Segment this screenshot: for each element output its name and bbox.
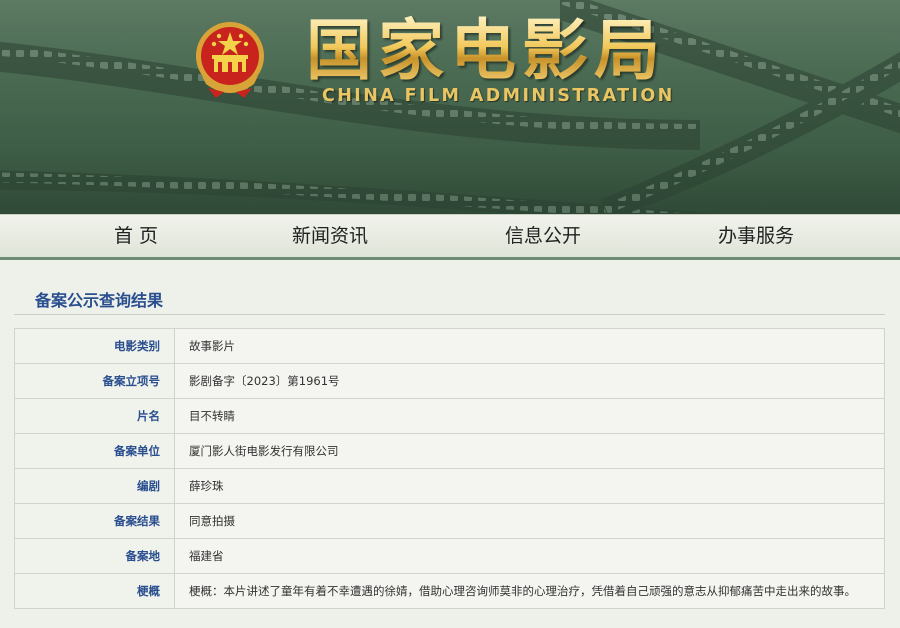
row-value-filing-location: 福建省 (174, 538, 885, 574)
nav-item-news[interactable]: 新闻资讯 (280, 215, 380, 258)
section-divider (14, 314, 885, 315)
table-row: 备案立项号 影剧备字〔2023〕第1961号 (14, 363, 885, 399)
nav-item-services[interactable]: 办事服务 (706, 215, 806, 258)
site-title-cn: 国家电影局 (306, 14, 706, 88)
row-value-filing-number: 影剧备字〔2023〕第1961号 (174, 363, 885, 399)
main-nav: 首 页 新闻资讯 信息公开 办事服务 (0, 214, 900, 260)
row-value-filing-unit: 厦门影人街电影发行有限公司 (174, 433, 885, 469)
row-label-screenwriter: 编剧 (14, 468, 175, 504)
row-label-filing-unit: 备案单位 (14, 433, 175, 469)
section-title: 备案公示查询结果 (35, 291, 164, 310)
nav-item-home[interactable]: 首 页 (86, 215, 186, 258)
table-row: 备案结果 同意拍摄 (14, 503, 885, 539)
row-label-filing-result: 备案结果 (14, 503, 175, 539)
row-label-film-category: 电影类别 (14, 328, 175, 364)
row-value-filing-result: 同意拍摄 (174, 503, 885, 539)
table-row: 备案单位 厦门影人街电影发行有限公司 (14, 433, 885, 469)
row-value-film-title: 目不转睛 (174, 398, 885, 434)
nav-item-info-disclosure[interactable]: 信息公开 (493, 215, 593, 258)
row-value-film-category: 故事影片 (174, 328, 885, 364)
table-row: 编剧 薛珍珠 (14, 468, 885, 504)
row-label-filing-number: 备案立项号 (14, 363, 175, 399)
table-row: 梗概 梗概：本片讲述了童年有着不幸遭遇的徐婧，借助心理咨询师莫非的心理治疗，凭借… (14, 573, 885, 609)
header-banner: 国家电影局 CHINA FILM ADMINISTRATION (0, 0, 900, 214)
table-row: 备案地 福建省 (14, 538, 885, 574)
row-value-synopsis: 梗概：本片讲述了童年有着不幸遭遇的徐婧，借助心理咨询师莫非的心理治疗，凭借着自己… (174, 573, 885, 609)
national-emblem-icon (196, 22, 264, 98)
row-value-screenwriter: 薛珍珠 (174, 468, 885, 504)
table-row: 电影类别 故事影片 (14, 328, 885, 364)
record-table: 电影类别 故事影片 备案立项号 影剧备字〔2023〕第1961号 片名 目不转睛… (14, 328, 885, 609)
row-label-film-title: 片名 (14, 398, 175, 434)
site-title-en: CHINA FILM ADMINISTRATION (322, 86, 675, 106)
table-row: 片名 目不转睛 (14, 398, 885, 434)
row-label-synopsis: 梗概 (14, 573, 175, 609)
row-label-filing-location: 备案地 (14, 538, 175, 574)
